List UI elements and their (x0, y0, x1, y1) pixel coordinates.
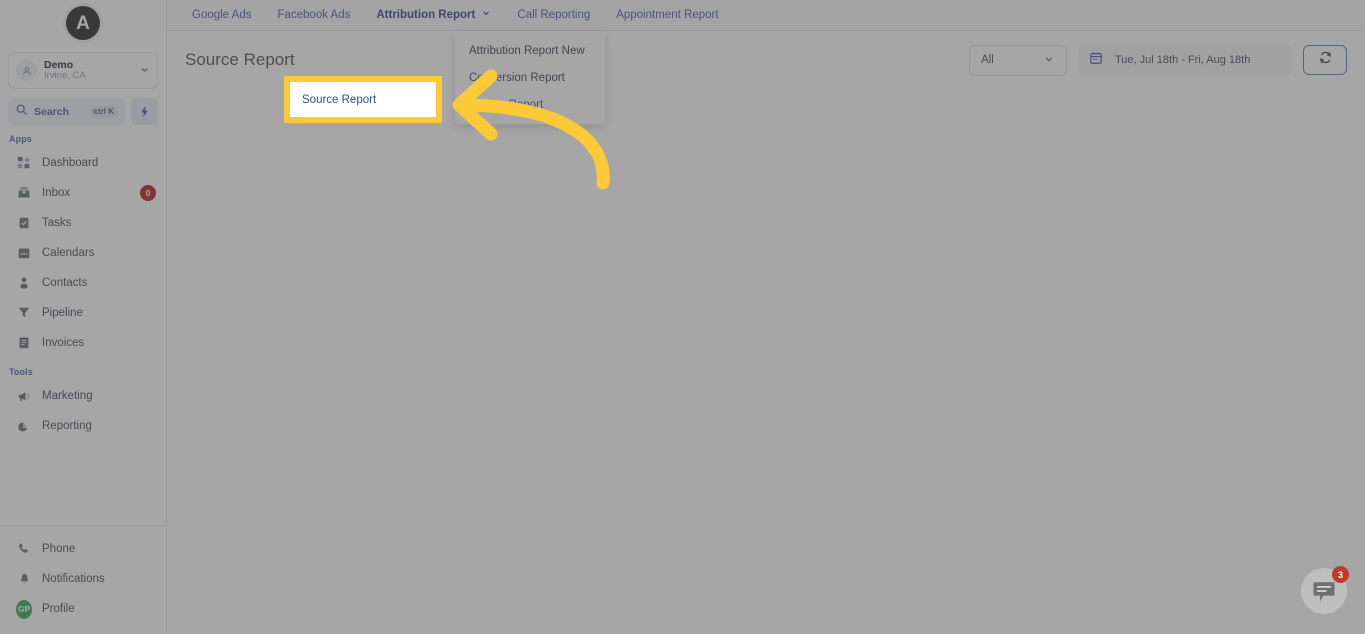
sidebar-logo-row: A (0, 0, 166, 46)
sidebar-item-contacts[interactable]: Contacts (0, 268, 166, 298)
tab-call-reporting[interactable]: Call Reporting (504, 0, 603, 31)
sidebar-search-row: Search ctrl K (8, 98, 158, 125)
calendar-icon (1089, 51, 1103, 70)
refresh-icon (1318, 50, 1333, 70)
sidebar-item-label: Notifications (42, 573, 105, 585)
inbox-badge: 0 (140, 185, 156, 201)
avatar: GP (16, 599, 32, 619)
sidebar-item-label: Calendars (42, 247, 95, 259)
search-label: Search (34, 105, 70, 118)
sidebar: A Demo Irvine, CA Search ctrl K Apps Das… (0, 0, 167, 634)
bell-icon (16, 571, 32, 587)
tab-facebook-ads[interactable]: Facebook Ads (264, 0, 363, 31)
pie-chart-icon (16, 418, 32, 434)
sidebar-item-label: Tasks (42, 217, 72, 229)
app-logo[interactable]: A (66, 6, 100, 40)
page-title: Source Report (185, 50, 295, 69)
megaphone-icon (16, 388, 32, 404)
task-icon (16, 215, 32, 231)
sidebar-item-pipeline[interactable]: Pipeline (0, 298, 166, 328)
chevron-down-icon (139, 62, 150, 80)
sidebar-item-label: Contacts (42, 277, 88, 289)
header-controls: All Tue, Jul 18th - Fri, Aug 18th (969, 31, 1347, 89)
chevron-down-icon (1043, 53, 1055, 68)
grid-icon (16, 155, 32, 171)
highlight-callout-box: Source Report (284, 76, 442, 123)
search-shortcut: ctrl K (89, 105, 118, 118)
inbox-icon (16, 185, 32, 201)
sidebar-item-invoices[interactable]: Invoices (0, 328, 166, 358)
sidebar-section-apps: Apps (9, 134, 32, 144)
chat-widget[interactable]: 3 (1301, 566, 1349, 614)
contacts-icon (16, 275, 32, 291)
account-avatar-icon (16, 60, 37, 81)
sidebar-section-tools: Tools (9, 367, 33, 377)
sidebar-item-phone[interactable]: Phone (0, 534, 166, 564)
top-navigation-tabs: Google Ads Facebook Ads Attribution Repo… (167, 0, 1365, 31)
sidebar-item-label: Pipeline (42, 307, 83, 319)
sidebar-item-reporting[interactable]: Reporting (0, 411, 166, 441)
sidebar-item-profile[interactable]: GP Profile (0, 594, 166, 624)
tab-attribution-report[interactable]: Attribution Report (363, 0, 504, 31)
app-root: A Demo Irvine, CA Search ctrl K Apps Das… (0, 0, 1365, 634)
sidebar-item-inbox[interactable]: Inbox 0 (0, 178, 166, 208)
search-input[interactable]: Search ctrl K (8, 98, 125, 125)
sidebar-item-label: Invoices (42, 337, 85, 349)
sidebar-item-label: Inbox (42, 187, 71, 199)
account-switcher[interactable]: Demo Irvine, CA (8, 52, 158, 89)
highlighted-dropdown-item-source-report[interactable]: Source Report (290, 82, 436, 117)
filter-select-value: All (981, 54, 994, 66)
avatar-initials: GP (16, 599, 32, 619)
invoice-icon (16, 335, 32, 351)
sidebar-item-label: Marketing (42, 390, 93, 402)
sidebar-item-marketing[interactable]: Marketing (0, 381, 166, 411)
tab-label: Attribution Report (376, 8, 476, 21)
sidebar-item-tasks[interactable]: Tasks (0, 208, 166, 238)
calendar-icon (16, 245, 32, 261)
chevron-down-icon (481, 0, 491, 31)
tab-google-ads[interactable]: Google Ads (179, 0, 264, 31)
account-text: Demo Irvine, CA (44, 60, 132, 82)
chat-badge: 3 (1332, 566, 1349, 583)
sidebar-item-dashboard[interactable]: Dashboard (0, 148, 166, 178)
phone-icon (16, 541, 32, 557)
sidebar-item-label: Phone (42, 543, 76, 555)
app-logo-letter: A (76, 12, 90, 34)
account-location: Irvine, CA (44, 71, 86, 82)
date-range-picker[interactable]: Tue, Jul 18th - Fri, Aug 18th (1078, 44, 1292, 76)
sidebar-item-label: Reporting (42, 420, 92, 432)
refresh-button[interactable] (1303, 45, 1347, 75)
date-range-value: Tue, Jul 18th - Fri, Aug 18th (1115, 54, 1251, 66)
quick-actions-button[interactable] (131, 98, 158, 125)
filter-select[interactable]: All (969, 44, 1067, 76)
tab-appointment-report[interactable]: Appointment Report (603, 0, 731, 31)
sidebar-item-calendars[interactable]: Calendars (0, 238, 166, 268)
sidebar-item-label: Dashboard (42, 157, 99, 169)
sidebar-item-notifications[interactable]: Notifications (0, 564, 166, 594)
account-name: Demo (44, 59, 74, 71)
sidebar-bottom: Phone Notifications GP Profile (0, 525, 166, 634)
pipeline-icon (16, 305, 32, 321)
sidebar-item-label: Profile (42, 603, 75, 615)
annotation-arrow-icon (452, 69, 610, 190)
sidebar-nav: Apps Dashboard Inbox 0 Tasks Calendars C… (0, 125, 166, 525)
search-icon (15, 103, 28, 121)
